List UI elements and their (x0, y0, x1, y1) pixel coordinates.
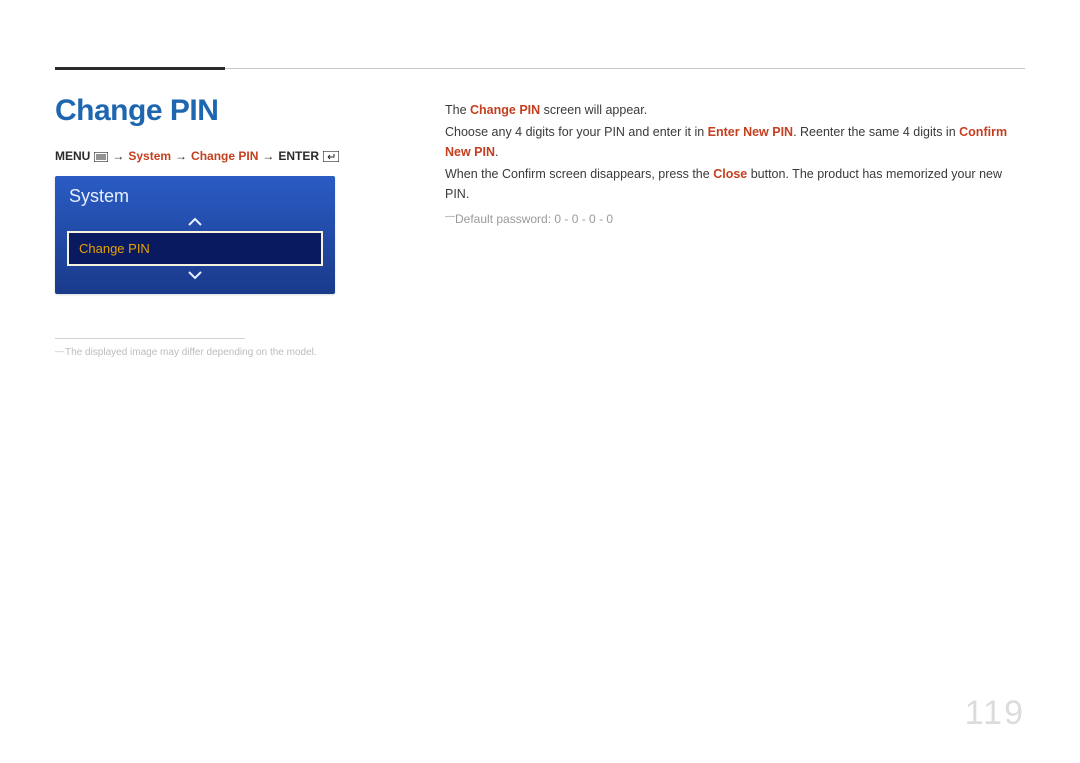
nav-arrow-3: → (262, 150, 274, 162)
chevron-up-icon (67, 217, 323, 227)
osd-menu-item-change-pin: Change PIN (67, 231, 323, 266)
nav-arrow-1: → (112, 150, 124, 162)
change-pin-term: Change PIN (470, 103, 540, 117)
image-disclaimer-footnote: The displayed image may differ depending… (55, 347, 395, 358)
manual-page: Change PIN MENU → System → Change PIN → … (0, 0, 1080, 763)
nav-system: System (128, 150, 171, 162)
left-column: Change PIN MENU → System → Change PIN → … (55, 94, 395, 358)
right-column: The Change PIN screen will appear. Choos… (445, 94, 1025, 358)
nav-arrow-2: → (175, 150, 187, 162)
text-fragment: screen will appear. (540, 103, 647, 117)
text-fragment: When the Confirm screen disappears, pres… (445, 167, 713, 181)
default-password-note: Default password: 0 - 0 - 0 - 0 (445, 210, 1025, 229)
content-columns: Change PIN MENU → System → Change PIN → … (55, 94, 1025, 358)
menu-icon (94, 150, 108, 162)
text-fragment: . Reenter the same 4 digits in (793, 125, 959, 139)
footnote-divider (55, 338, 245, 339)
page-number: 119 (965, 694, 1025, 733)
osd-menu-preview: System Change PIN (55, 176, 335, 294)
body-line-3: When the Confirm screen disappears, pres… (445, 164, 1025, 204)
close-button-term: Close (713, 167, 747, 181)
body-line-1: The Change PIN screen will appear. (445, 100, 1025, 120)
text-fragment: . (495, 145, 498, 159)
menu-navigation-path: MENU → System → Change PIN → ENTER (55, 150, 395, 162)
enter-new-pin-term: Enter New PIN (708, 125, 793, 139)
nav-menu-label: MENU (55, 150, 90, 162)
text-fragment: Choose any 4 digits for your PIN and ent… (445, 125, 708, 139)
text-fragment: The (445, 103, 470, 117)
body-line-2: Choose any 4 digits for your PIN and ent… (445, 122, 1025, 162)
page-title: Change PIN (55, 94, 395, 128)
chevron-down-icon (67, 270, 323, 280)
osd-menu-header: System (55, 176, 335, 215)
enter-icon (323, 150, 339, 162)
header-rule-accent (55, 67, 225, 70)
osd-menu-body: Change PIN (55, 217, 335, 294)
nav-change-pin: Change PIN (191, 150, 258, 162)
nav-enter-label: ENTER (278, 150, 319, 162)
